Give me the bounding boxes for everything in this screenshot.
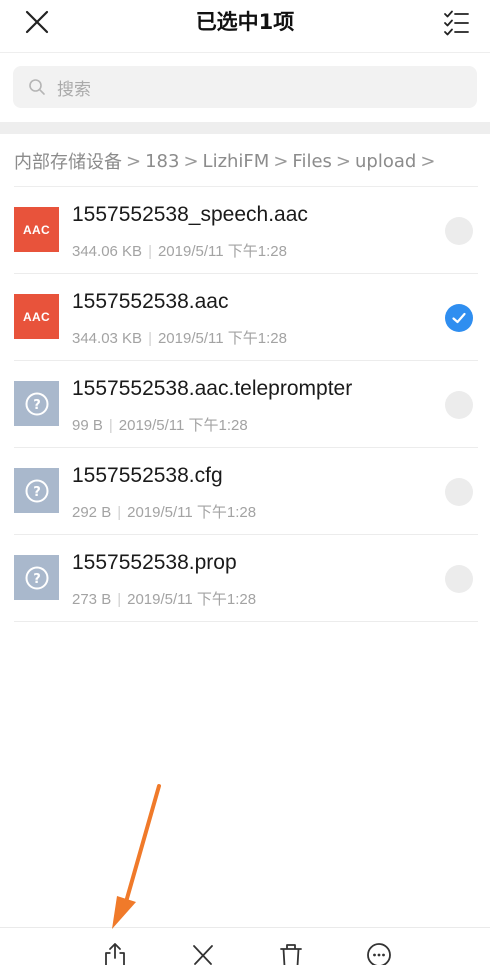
checkmark-icon — [452, 312, 466, 324]
breadcrumb: 内部存储设备 > 183 > LizhiFM > Files > upload … — [14, 146, 439, 176]
aac-file-icon: AAC — [14, 207, 59, 252]
file-row[interactable]: ? 1557552538.aac.teleprompter 99 B | 2019/… — [0, 361, 490, 448]
more-button[interactable] — [365, 942, 393, 965]
section-band — [0, 122, 490, 134]
file-name: 1557552538.aac — [72, 290, 229, 313]
file-date: 2019/5/11 下午1:28 — [118, 417, 248, 434]
search-placeholder: 搜索 — [57, 79, 91, 100]
breadcrumb-separator: > — [126, 150, 142, 172]
file-meta: 344.03 KB | 2019/5/11 下午1:28 — [72, 327, 287, 348]
delete-icon — [280, 944, 302, 965]
header-divider — [0, 52, 490, 53]
svg-text:?: ? — [33, 485, 41, 500]
file-name: 1557552538.cfg — [72, 464, 223, 487]
share-button[interactable] — [101, 942, 129, 965]
cut-icon — [193, 945, 213, 965]
file-size: 344.03 KB — [72, 330, 143, 347]
unknown-file-icon: ? — [14, 381, 59, 426]
unknown-file-icon: ? — [14, 468, 59, 513]
share-icon — [105, 943, 125, 965]
unknown-file-icon: ? — [14, 555, 59, 600]
file-date: 2019/5/11 下午1:28 — [127, 504, 257, 521]
select-checkbox[interactable] — [445, 391, 473, 419]
file-size: 344.06 KB — [72, 243, 143, 260]
file-row[interactable]: ? 1557552538.cfg 292 B | 2019/5/11 下午1:28 — [0, 448, 490, 535]
file-date: 2019/5/11 下午1:28 — [157, 330, 287, 347]
select-checkbox-checked[interactable] — [445, 304, 473, 332]
breadcrumb-item[interactable]: 内部存储设备 — [14, 148, 122, 174]
file-name: 1557552538.prop — [72, 551, 237, 574]
meta-separator-icon: | — [148, 243, 152, 260]
file-meta: 99 B | 2019/5/11 下午1:28 — [72, 414, 248, 435]
file-list: AAC 1557552538_speech.aac 344.06 KB | 2019… — [0, 187, 490, 622]
select-all-icon — [444, 10, 469, 36]
meta-separator-icon: | — [108, 417, 113, 434]
file-row-selected[interactable]: AAC 1557552538.aac 344.03 KB | 2019/5/11 下… — [0, 274, 490, 361]
more-icon — [367, 943, 391, 965]
delete-button[interactable] — [277, 942, 305, 965]
toolbar-divider — [0, 927, 490, 928]
breadcrumb-item[interactable]: Files — [292, 151, 332, 172]
meta-separator-icon: | — [117, 591, 122, 608]
page-title: 已选中1项 — [195, 10, 295, 34]
breadcrumb-item[interactable]: LizhiFM — [203, 151, 270, 172]
search-input[interactable]: 搜索 — [13, 66, 477, 108]
file-meta: 344.06 KB | 2019/5/11 下午1:28 — [72, 240, 287, 261]
file-row[interactable]: ? 1557552538.prop 273 B | 2019/5/11 下午1:28 — [0, 535, 490, 622]
select-checkbox[interactable] — [445, 565, 473, 593]
breadcrumb-separator: > — [273, 150, 289, 172]
row-divider — [14, 621, 478, 622]
breadcrumb-separator: > — [183, 150, 199, 172]
file-meta: 292 B | 2019/5/11 下午1:28 — [72, 501, 256, 522]
breadcrumb-separator: > — [335, 150, 352, 172]
svg-text:?: ? — [33, 572, 41, 587]
svg-text:?: ? — [33, 398, 41, 413]
question-mark-icon: ? — [25, 392, 48, 415]
search-icon — [27, 77, 47, 97]
select-checkbox[interactable] — [445, 217, 473, 245]
breadcrumb-item[interactable]: 183 — [145, 151, 179, 172]
file-size: 292 B — [72, 504, 112, 521]
meta-separator-icon: | — [148, 330, 152, 347]
file-date: 2019/5/11 下午1:28 — [127, 591, 257, 608]
meta-separator-icon: | — [117, 504, 122, 521]
select-checkbox[interactable] — [445, 478, 473, 506]
file-size: 273 B — [72, 591, 112, 608]
breadcrumb-item-current[interactable]: upload — [355, 151, 416, 172]
header-bar: 已选中1项 — [0, 0, 490, 50]
file-manager-selection-screen: 已选中1项 搜索 内部存储设备 > 183 > LizhiFM > Files … — [0, 0, 490, 965]
breadcrumb-separator: > — [420, 150, 436, 172]
question-mark-icon: ? — [25, 479, 48, 502]
select-all-button[interactable] — [440, 6, 472, 38]
file-date: 2019/5/11 下午1:28 — [157, 243, 287, 260]
file-meta: 273 B | 2019/5/11 下午1:28 — [72, 588, 256, 609]
file-size: 99 B — [72, 417, 103, 434]
cut-button[interactable] — [189, 942, 217, 965]
file-name: 1557552538_speech.aac — [72, 203, 308, 226]
aac-file-icon: AAC — [14, 294, 59, 339]
question-mark-icon: ? — [25, 566, 48, 589]
file-name: 1557552538.aac.teleprompter — [72, 377, 353, 400]
file-row[interactable]: AAC 1557552538_speech.aac 344.06 KB | 2019… — [0, 187, 490, 274]
